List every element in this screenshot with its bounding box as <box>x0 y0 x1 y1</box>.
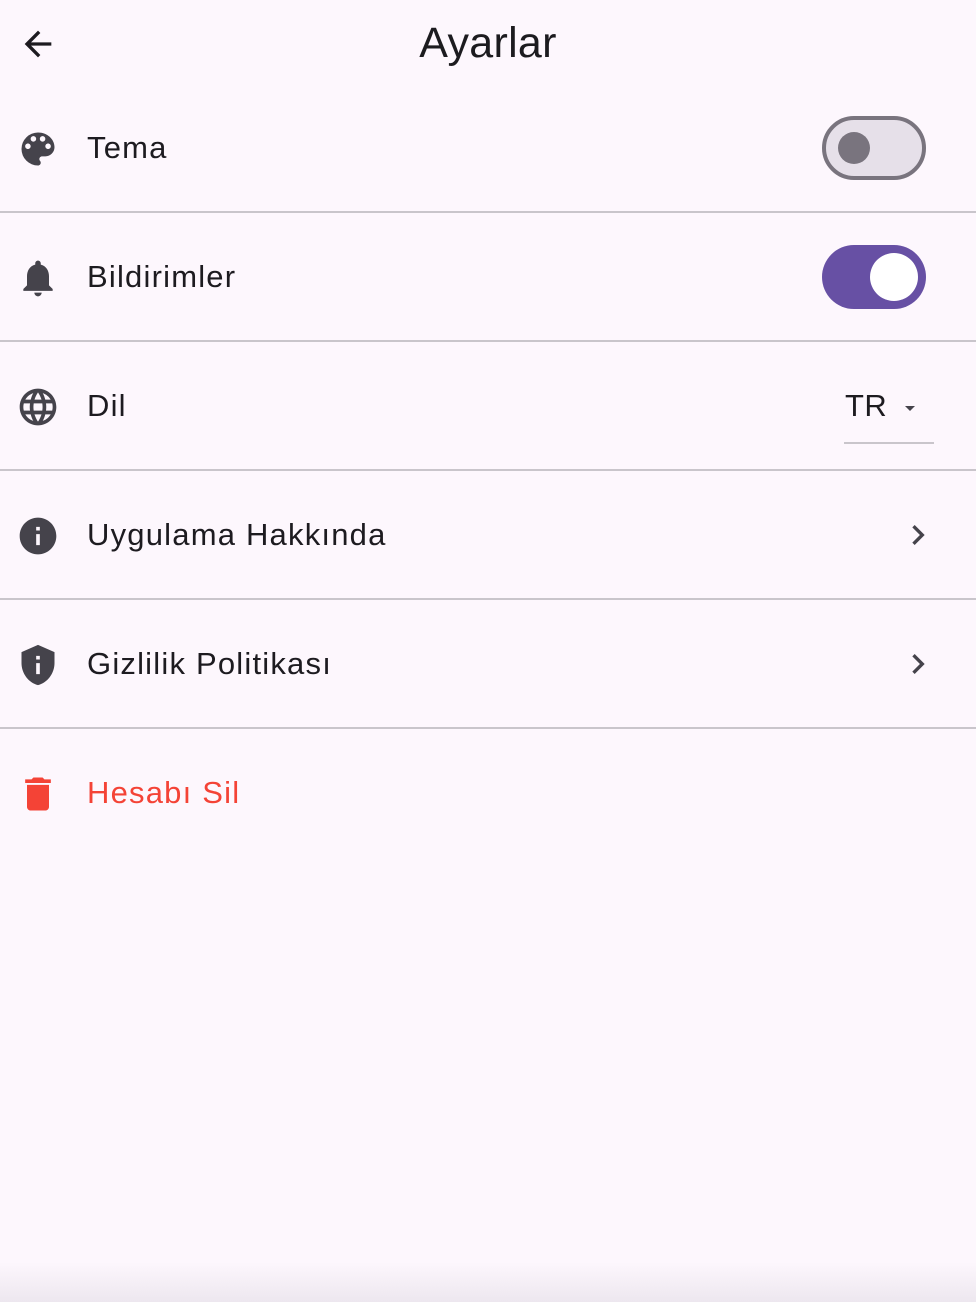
theme-label: Tema <box>87 130 168 165</box>
settings-row-about[interactable]: Uygulama Hakkında <box>0 471 976 600</box>
toggle-thumb <box>870 253 918 301</box>
settings-row-language[interactable]: Dil TR <box>0 342 976 471</box>
settings-list: Tema Bildirimler Dil TR Uygulama Hakkınd… <box>0 84 976 856</box>
notifications-label: Bildirimler <box>87 259 237 294</box>
settings-row-notifications[interactable]: Bildirimler <box>0 213 976 342</box>
settings-row-theme[interactable]: Tema <box>0 84 976 213</box>
notifications-toggle[interactable] <box>822 245 926 309</box>
shield-info-icon <box>16 643 60 687</box>
globe-icon <box>16 385 60 429</box>
delete-account-label: Hesabı Sil <box>87 775 241 810</box>
caret-down-icon <box>905 406 915 411</box>
toggle-thumb <box>838 132 870 164</box>
language-dropdown[interactable]: TR <box>844 376 934 444</box>
trash-icon <box>16 772 60 816</box>
chevron-right-icon <box>898 515 938 555</box>
chevron-right-icon <box>898 644 938 684</box>
app-bar: Ayarlar <box>0 0 976 88</box>
page-title: Ayarlar <box>419 19 557 67</box>
info-icon <box>16 514 60 558</box>
language-label: Dil <box>87 388 127 423</box>
privacy-label: Gizlilik Politikası <box>87 646 333 681</box>
about-label: Uygulama Hakkında <box>87 517 387 552</box>
palette-icon <box>16 127 60 171</box>
language-value: TR <box>845 388 888 423</box>
settings-row-privacy[interactable]: Gizlilik Politikası <box>0 600 976 729</box>
theme-toggle[interactable] <box>822 116 926 180</box>
settings-row-delete-account[interactable]: Hesabı Sil <box>0 729 976 856</box>
bell-icon <box>16 256 60 300</box>
bottom-fade <box>0 1262 976 1302</box>
